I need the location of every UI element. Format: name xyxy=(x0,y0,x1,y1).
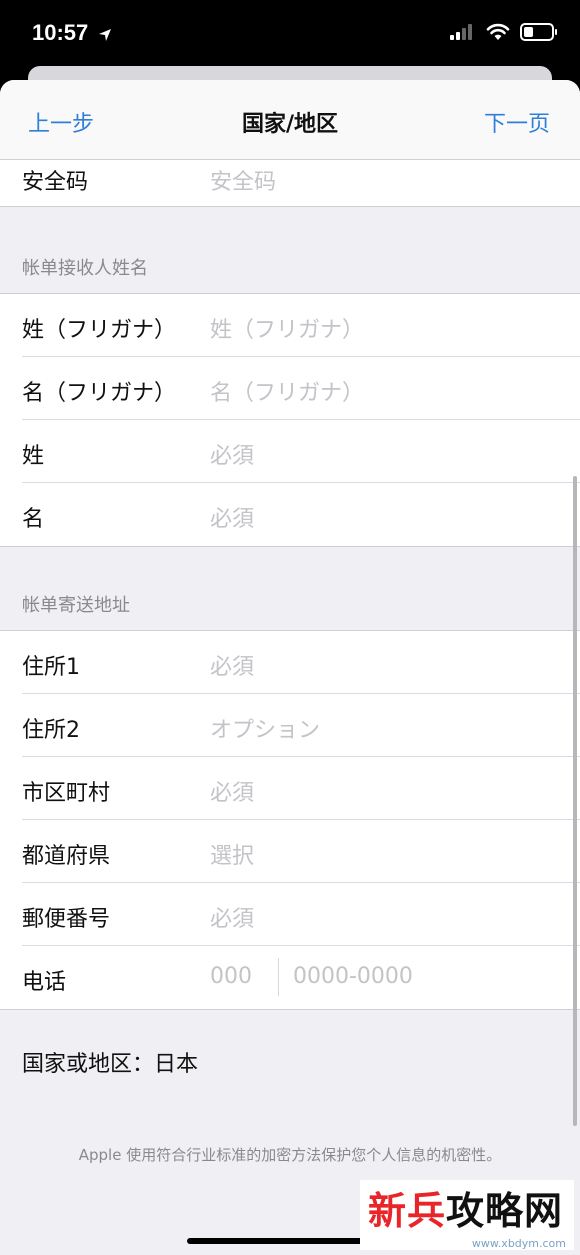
billing-address-header: 帐单寄送地址 xyxy=(22,595,130,616)
city-input[interactable]: 必須 xyxy=(210,775,254,807)
location-arrow-icon xyxy=(99,29,111,41)
list-item[interactable]: 名（フリガナ） 名（フリガナ） xyxy=(0,357,580,420)
security-code-label: 安全码 xyxy=(22,170,89,195)
first-name-input[interactable]: 必須 xyxy=(210,501,254,533)
status-bar: 10:57 xyxy=(0,0,580,70)
phone-number-input[interactable]: 0000-0000 xyxy=(293,964,413,989)
phone-row: 电话 000 0000-0000 xyxy=(0,946,580,1009)
field-label: 都道府県 xyxy=(22,844,111,869)
form-sheet: 上一步 国家/地区 下一页 安全码 安全码 帐单接收人姓名 姓（フリガナ） 姓（… xyxy=(0,80,580,1255)
last-name-kana-input[interactable]: 姓（フリガナ） xyxy=(210,312,364,344)
watermark-logo: 新兵攻略网 www.xbdym.com xyxy=(360,1180,574,1250)
list-item[interactable]: 姓 必須 xyxy=(0,420,580,483)
status-time: 10:57 xyxy=(32,20,89,45)
prefecture-select[interactable]: 選択 xyxy=(210,838,254,870)
watermark-url: www.xbdym.com xyxy=(471,1237,566,1250)
field-label: 住所1 xyxy=(22,655,80,680)
list-item[interactable]: 市区町村 必須 xyxy=(0,757,580,820)
navigation-bar: 上一步 国家/地区 下一页 xyxy=(0,80,580,160)
wifi-icon xyxy=(486,23,510,40)
scrollbar[interactable] xyxy=(573,476,577,1126)
list-item[interactable]: 都道府県 選択 xyxy=(0,820,580,883)
privacy-note: Apple 使用符合行业标准的加密方法保护您个人信息的机密性。 xyxy=(78,1146,502,1164)
list-item[interactable]: 姓（フリガナ） 姓（フリガナ） xyxy=(0,294,580,357)
billing-address-group: 住所1 必須 住所2 オプション 市区町村 必須 都道府県 選択 郵便番号 必須… xyxy=(0,630,580,1010)
phone-divider xyxy=(278,958,279,996)
billing-name-group: 姓（フリガナ） 姓（フリガナ） 名（フリガナ） 名（フリガナ） 姓 必須 名 必… xyxy=(0,293,580,547)
field-label: 住所2 xyxy=(22,718,80,743)
last-name-input[interactable]: 必須 xyxy=(210,438,254,470)
list-item[interactable]: 住所2 オプション xyxy=(0,694,580,757)
field-label: 市区町村 xyxy=(22,781,111,806)
country-region-text: 国家或地区：日本 xyxy=(22,1052,199,1077)
postal-code-input[interactable]: 必須 xyxy=(210,901,254,933)
address1-input[interactable]: 必須 xyxy=(210,649,254,681)
next-button[interactable]: 下一页 xyxy=(484,106,550,138)
field-label: 姓（フリガナ） xyxy=(22,318,177,343)
list-item[interactable]: 郵便番号 必須 xyxy=(0,883,580,946)
list-item[interactable]: 住所1 必須 xyxy=(0,631,580,694)
billing-name-header: 帐单接收人姓名 xyxy=(22,258,148,279)
list-item[interactable]: 名 必須 xyxy=(0,483,580,546)
security-code-group: 安全码 安全码 xyxy=(0,160,580,207)
first-name-kana-input[interactable]: 名（フリガナ） xyxy=(210,375,364,407)
address2-input[interactable]: オプション xyxy=(210,712,320,744)
field-label: 郵便番号 xyxy=(22,907,111,932)
field-label: 名（フリガナ） xyxy=(22,381,177,406)
cellular-signal-icon xyxy=(450,24,472,40)
security-code-input[interactable]: 安全码 xyxy=(210,164,276,196)
phone-area-code-input[interactable]: 000 xyxy=(210,964,252,989)
field-label: 姓 xyxy=(22,444,45,469)
field-label: 名 xyxy=(22,507,45,532)
phone-label: 电话 xyxy=(22,970,67,995)
battery-icon xyxy=(520,23,557,41)
status-icons xyxy=(450,23,558,41)
watermark-brand: 新兵攻略网 xyxy=(368,1189,564,1233)
